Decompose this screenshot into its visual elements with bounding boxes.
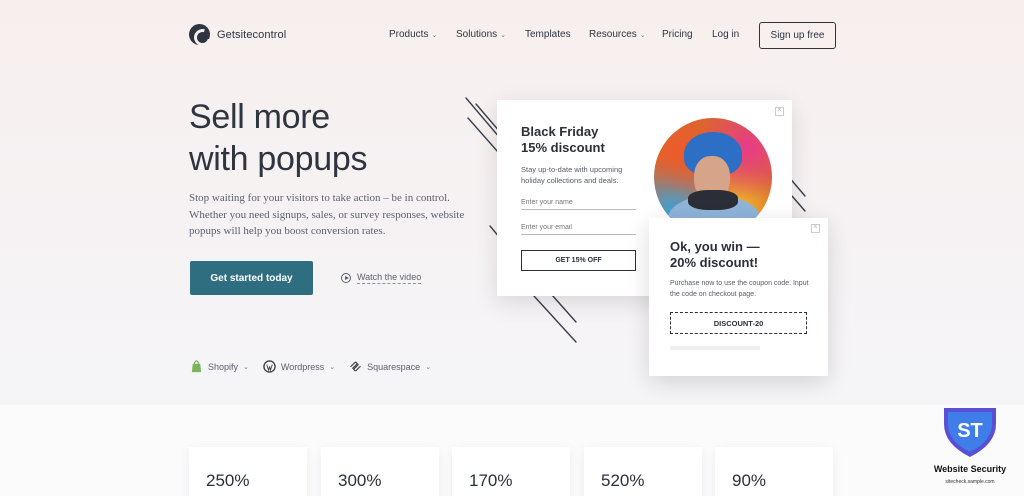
stat-value: 300% — [338, 471, 382, 490]
nav-label: Resources — [589, 29, 637, 40]
badge-monogram: ST — [957, 420, 983, 442]
header: Getsitecontrol Products ⌄ Solutions ⌄ Te… — [0, 0, 1024, 70]
close-icon[interactable] — [775, 105, 784, 116]
popup-title-line: 20% discount! — [670, 255, 759, 270]
email-input[interactable] — [521, 221, 636, 235]
nav-login[interactable]: Log in — [712, 29, 752, 40]
brand-name: Getsitecontrol — [217, 28, 287, 41]
stat-value: 170% — [469, 471, 513, 490]
chevron-down-icon: ⌄ — [425, 363, 432, 371]
nav-solutions[interactable]: Solutions ⌄ — [456, 29, 525, 40]
chevron-down-icon: ⌄ — [639, 31, 646, 39]
hero-title-line: with popups — [189, 140, 368, 178]
nav-label: Log in — [712, 29, 740, 40]
chevron-down-icon: ⌄ — [500, 31, 507, 39]
chevron-down-icon: ⌄ — [243, 363, 249, 371]
integration-label: Wordpress — [280, 361, 325, 372]
badge-title: Website Security — [933, 464, 1007, 474]
stat-value: 250% — [206, 471, 250, 490]
badge-url: sitecheck.sample.com — [945, 479, 995, 485]
coupon-code[interactable]: DISCOUNT-20 — [670, 312, 807, 334]
chevron-down-icon: ⌄ — [329, 363, 336, 371]
nav-label: Products — [389, 29, 429, 40]
integration-label: Squarespace — [367, 361, 421, 372]
nav-templates[interactable]: Templates — [525, 29, 589, 40]
popup-title: Black Friday 15% discount — [521, 124, 605, 156]
nav-label: Solutions — [456, 29, 498, 40]
stat-value: 90% — [732, 471, 767, 490]
stat-card: 250% — [189, 447, 307, 496]
coupon-popup: Ok, you win — 20% discount! Purchase now… — [649, 218, 828, 376]
integrations-list: Shopify ⌄ Wordpress ⌄ Squarespace ⌄ — [190, 360, 431, 373]
shield-icon: ST — [944, 408, 996, 457]
main-nav: Products ⌄ Solutions ⌄ Templates Resourc… — [389, 29, 752, 40]
watch-video-link[interactable]: Watch the video — [341, 272, 422, 284]
integration-squarespace[interactable]: Squarespace ⌄ — [349, 360, 431, 373]
hero-title: Sell more with popups — [189, 96, 367, 180]
stat-card: 300% — [321, 447, 439, 496]
photo-scarf — [688, 190, 738, 210]
popup-title-line: 15% discount — [521, 140, 605, 155]
integration-shopify[interactable]: Shopify ⌄ — [190, 360, 249, 373]
stat-card: 90% — [715, 447, 833, 496]
nav-label: Templates — [525, 29, 571, 40]
integration-label: Shopify — [208, 361, 239, 372]
popup-title-line: Ok, you win — — [670, 239, 760, 254]
nav-resources[interactable]: Resources ⌄ — [589, 29, 662, 40]
popup-description: Stay up-to-date with upcoming holiday co… — [521, 165, 623, 185]
popup-title: Ok, you win — 20% discount! — [670, 239, 760, 271]
wordpress-icon — [263, 360, 276, 373]
close-icon[interactable] — [811, 222, 820, 233]
stat-card: 520% — [584, 447, 702, 496]
nav-label: Pricing — [662, 29, 693, 40]
play-icon — [341, 273, 351, 283]
nav-pricing[interactable]: Pricing — [662, 29, 712, 40]
get-started-button[interactable]: Get started today — [190, 261, 313, 295]
name-input[interactable] — [521, 196, 636, 210]
integration-wordpress[interactable]: Wordpress ⌄ — [263, 360, 335, 373]
squarespace-icon — [350, 361, 361, 372]
hero-subtitle: Stop waiting for your visitors to take a… — [189, 192, 465, 237]
brand-logo[interactable]: Getsitecontrol — [189, 24, 286, 45]
popup-description: Purchase now to use the coupon code. Inp… — [670, 280, 809, 298]
nav-products[interactable]: Products ⌄ — [389, 29, 456, 40]
security-badge[interactable]: ST Website Security sitecheck.sample.com — [926, 404, 1014, 494]
popup-title-line: Black Friday — [521, 124, 599, 139]
shopify-icon — [191, 360, 202, 373]
stat-card: 170% — [452, 447, 570, 496]
get-discount-button[interactable]: GET 15% OFF — [521, 250, 636, 271]
logo-icon — [189, 24, 210, 45]
hero-title-line: Sell more — [189, 98, 330, 136]
sign-up-button[interactable]: Sign up free — [759, 22, 836, 49]
faint-text-line — [670, 346, 760, 350]
chevron-down-icon: ⌄ — [431, 31, 438, 39]
watch-video-label: Watch the video — [357, 272, 422, 284]
stat-value: 520% — [601, 471, 645, 490]
